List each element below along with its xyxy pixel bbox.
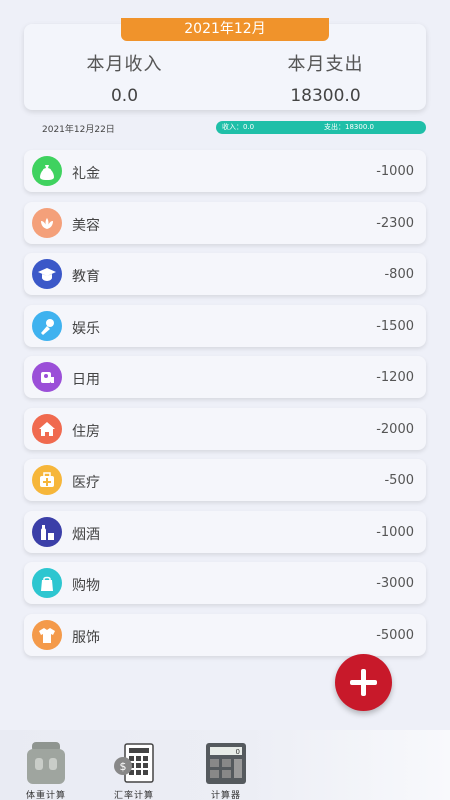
- record-category: 日用: [72, 372, 100, 388]
- calculator-button[interactable]: 0 计算器: [196, 740, 256, 800]
- medical-kit-icon: [32, 465, 62, 495]
- bottom-toolbar: 体重计算 $ 汇率计算 0 计算器: [0, 730, 450, 800]
- record-category: 礼金: [72, 166, 100, 182]
- scale-icon: [27, 742, 65, 784]
- day-income-text: 收入：0.0: [222, 123, 255, 131]
- calculator-label: 计算器: [210, 791, 241, 800]
- expense-summary: 本月支出 18300.0: [225, 50, 426, 106]
- shirt-icon: [32, 619, 62, 650]
- expense-value: 18300.0: [290, 86, 361, 106]
- record-category: 医疗: [72, 475, 100, 491]
- bottle-icon: [32, 516, 62, 547]
- record-category: 住房: [72, 423, 100, 440]
- record-row[interactable]: 服饰 -5000: [24, 613, 426, 656]
- bmi-calculator-button[interactable]: 体重计算: [16, 740, 76, 800]
- record-row[interactable]: 烟酒 -1000: [24, 510, 426, 553]
- svg-text:$: $: [120, 760, 127, 773]
- record-amount: -800: [384, 267, 414, 282]
- record-amount: -1000: [376, 164, 414, 179]
- record-amount: -2000: [376, 421, 414, 437]
- record-row[interactable]: 娱乐 -1500: [24, 304, 426, 347]
- record-row[interactable]: 医疗 -500: [24, 459, 426, 501]
- record-category: 服饰: [72, 629, 100, 646]
- record-amount: -2300: [376, 215, 414, 231]
- record-category: 美容: [72, 217, 100, 234]
- record-category: 教育: [72, 269, 100, 285]
- toilet-paper-icon: [32, 362, 62, 392]
- microphone-icon: [32, 310, 62, 341]
- exchange-rate-button[interactable]: $ 汇率计算: [104, 740, 164, 800]
- bmi-calculator-label: 体重计算: [25, 791, 66, 800]
- income-value: 0.0: [110, 86, 139, 106]
- expense-label: 本月支出: [287, 54, 364, 75]
- record-row[interactable]: 教育 -800: [24, 253, 426, 295]
- day-ratio-bar: 收入：0.0 支出：18300.0: [216, 121, 426, 134]
- house-icon: [32, 413, 62, 444]
- svg-text:0: 0: [236, 748, 240, 756]
- record-category: 娱乐: [72, 320, 100, 337]
- graduation-cap-icon: [32, 259, 62, 289]
- record-row[interactable]: 美容 -2300: [24, 201, 426, 244]
- month-selector[interactable]: 2021年12月: [121, 18, 329, 41]
- record-category: 购物: [72, 578, 100, 594]
- day-date: 2021年12月22日: [42, 125, 115, 135]
- income-label: 本月收入: [86, 54, 163, 75]
- lotus-icon: [32, 207, 62, 238]
- record-row[interactable]: 购物 -3000: [24, 562, 426, 604]
- day-expense-text: 支出：18300.0: [324, 123, 374, 131]
- record-amount: -1500: [376, 318, 414, 334]
- exchange-rate-label: 汇率计算: [113, 791, 154, 800]
- record-amount: -1000: [376, 524, 414, 540]
- record-row[interactable]: 礼金 -1000: [24, 150, 426, 192]
- add-record-button[interactable]: [335, 654, 392, 711]
- currency-calculator-icon: $: [114, 743, 154, 783]
- record-row[interactable]: 住房 -2000: [24, 407, 426, 450]
- record-category: 烟酒: [72, 526, 100, 543]
- shopping-bag-icon: [32, 568, 62, 598]
- record-amount: -1200: [376, 370, 414, 385]
- income-summary: 本月收入 0.0: [24, 50, 225, 106]
- record-amount: -3000: [376, 576, 414, 591]
- record-row[interactable]: 日用 -1200: [24, 356, 426, 398]
- calculator-icon: 0: [206, 743, 246, 784]
- record-amount: -500: [384, 473, 414, 488]
- money-bag-icon: [32, 156, 62, 186]
- record-amount: -5000: [376, 627, 414, 643]
